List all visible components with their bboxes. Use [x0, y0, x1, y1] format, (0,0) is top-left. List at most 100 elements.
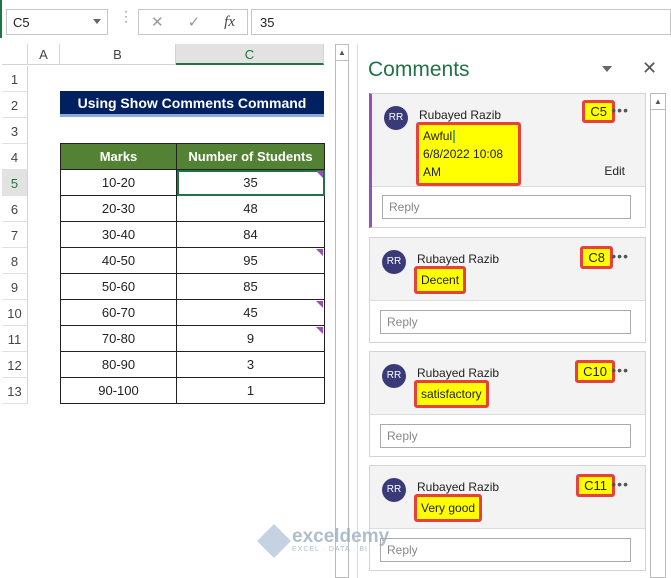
insert-function-icon[interactable]: fx — [224, 14, 235, 31]
table-row: 50-60 85 — [60, 273, 325, 300]
students-value: 85 — [243, 279, 258, 294]
sheet-vertical-scrollbar[interactable]: ▲ — [335, 44, 349, 578]
column-header-c[interactable]: C — [176, 44, 324, 65]
enter-icon[interactable]: ✓ — [188, 13, 201, 31]
row-header-12[interactable]: 12 — [2, 352, 28, 378]
comment-cell-reference: C5 — [582, 100, 615, 123]
comments-pane-title: Comments — [368, 58, 470, 81]
row-header-6[interactable]: 6 — [2, 196, 28, 222]
header-marks: Marks — [60, 143, 177, 170]
more-options-icon[interactable]: ••• — [611, 248, 629, 264]
watermark: exceldemy EXCEL · DATA · BI — [257, 523, 389, 558]
sheet-title: Using Show Comments Command — [60, 91, 324, 117]
reply-input[interactable]: Reply — [380, 310, 631, 334]
students-value: 45 — [243, 305, 258, 320]
table-row: 80-90 3 — [60, 351, 325, 378]
avatar: RR — [382, 364, 406, 388]
students-value: 95 — [243, 253, 258, 268]
students-cell[interactable]: 3 — [176, 351, 325, 378]
comment-author: Rubayed Razib — [417, 252, 500, 266]
students-cell[interactable]: 45 — [176, 299, 325, 326]
students-cell[interactable]: 48 — [176, 195, 325, 222]
table-row: 40-50 95 — [60, 247, 325, 274]
close-icon[interactable]: ✕ — [642, 58, 657, 79]
row-header-10[interactable]: 10 — [2, 300, 28, 326]
students-cell[interactable]: 84 — [176, 221, 325, 248]
chevron-down-icon[interactable] — [93, 19, 101, 24]
students-cell[interactable]: 1 — [176, 377, 325, 404]
name-box[interactable]: C5 — [6, 9, 108, 35]
marks-cell[interactable]: 20-30 — [60, 195, 177, 222]
marks-cell[interactable]: 70-80 — [60, 325, 177, 352]
comment-card[interactable]: RR Rubayed Razib C8 ••• Decent Reply — [369, 237, 646, 343]
comment-indicator-icon[interactable] — [316, 249, 323, 256]
row-header-9[interactable]: 9 — [2, 274, 28, 300]
scroll-up-icon[interactable]: ▲ — [336, 45, 348, 61]
students-value: 48 — [243, 201, 258, 216]
more-options-icon[interactable]: ••• — [611, 102, 629, 118]
watermark-tagline: EXCEL · DATA · BI — [292, 546, 368, 553]
scroll-up-icon[interactable]: ▲ — [651, 94, 665, 110]
row-header-11[interactable]: 11 — [2, 326, 28, 352]
comment-indicator-icon[interactable] — [316, 327, 323, 334]
students-value: 84 — [243, 227, 258, 242]
avatar: RR — [384, 106, 408, 130]
marks-table: Marks Number of Students 10-20 35 20-30 48 3… — [60, 143, 325, 404]
more-options-icon[interactable]: ••• — [611, 362, 629, 378]
marks-cell[interactable]: 10-20 — [60, 169, 177, 196]
edit-button[interactable]: Edit — [604, 164, 625, 178]
marks-cell[interactable]: 30-40 — [60, 221, 177, 248]
comment-card[interactable]: RR Rubayed Razib C10 ••• satisfactory Rep… — [369, 351, 646, 457]
reply-input[interactable]: Reply — [380, 424, 631, 448]
students-cell[interactable]: 9 — [176, 325, 325, 352]
row-header-2[interactable]: 2 — [2, 92, 28, 118]
comment-card[interactable]: RR Rubayed Razib C5 ••• Awful 6/8/2022 10:… — [369, 93, 646, 228]
column-header-b[interactable]: B — [60, 44, 176, 65]
name-box-value: C5 — [13, 15, 30, 30]
row-header-7[interactable]: 7 — [2, 222, 28, 248]
more-options-icon[interactable]: ••• — [611, 476, 629, 492]
table-row: 60-70 45 — [60, 299, 325, 326]
students-cell[interactable]: 95 — [176, 247, 325, 274]
comment-text: Decent — [414, 266, 467, 294]
column-header-a[interactable]: A — [28, 44, 60, 65]
comment-cell-reference: C8 — [580, 246, 613, 269]
exceldemy-logo-icon — [257, 523, 291, 558]
row-header-13[interactable]: 13 — [2, 378, 28, 404]
marks-cell[interactable]: 40-50 — [60, 247, 177, 274]
row-header-4[interactable]: 4 — [2, 144, 28, 170]
students-cell[interactable]: 35 — [176, 169, 325, 196]
comment-card[interactable]: RR Rubayed Razib C11 ••• Very good Reply — [369, 465, 646, 571]
table-row: 30-40 84 — [60, 221, 325, 248]
comment-cell-reference: C10 — [575, 360, 615, 383]
cancel-icon[interactable]: ✕ — [151, 13, 164, 31]
students-cell[interactable]: 85 — [176, 273, 325, 300]
avatar: RR — [382, 250, 406, 274]
drag-handle-icon[interactable]: ⋮ — [119, 9, 133, 23]
row-header-5[interactable]: 5 — [2, 170, 28, 196]
marks-cell[interactable]: 50-60 — [60, 273, 177, 300]
row-header-8[interactable]: 8 — [2, 248, 28, 274]
table-row: 90-100 1 — [60, 377, 325, 404]
comment-text: Very good — [414, 494, 483, 522]
students-value: 1 — [246, 383, 255, 398]
avatar: RR — [382, 478, 406, 502]
comment-body: Awful 6/8/2022 10:08 AM — [416, 122, 521, 186]
marks-cell[interactable]: 80-90 — [60, 351, 177, 378]
reply-input[interactable]: Reply — [382, 195, 631, 219]
row-header-3[interactable]: 3 — [2, 118, 28, 144]
comments-scrollbar[interactable]: ▲ — [650, 93, 666, 578]
reply-input[interactable]: Reply — [380, 538, 631, 562]
row-header-1[interactable]: 1 — [2, 66, 28, 92]
comment-indicator-icon[interactable] — [316, 171, 323, 178]
comment-author: Rubayed Razib — [419, 108, 502, 122]
select-all-corner[interactable] — [2, 44, 28, 65]
comment-indicator-icon[interactable] — [316, 301, 323, 308]
comment-author: Rubayed Razib — [417, 480, 500, 494]
pane-options-chevron-icon[interactable] — [602, 66, 612, 72]
table-row: 20-30 48 — [60, 195, 325, 222]
formula-buttons: ✕ ✓ fx — [138, 9, 248, 35]
marks-cell[interactable]: 60-70 — [60, 299, 177, 326]
formula-input[interactable]: 35 — [251, 9, 671, 35]
marks-cell[interactable]: 90-100 — [60, 377, 177, 404]
